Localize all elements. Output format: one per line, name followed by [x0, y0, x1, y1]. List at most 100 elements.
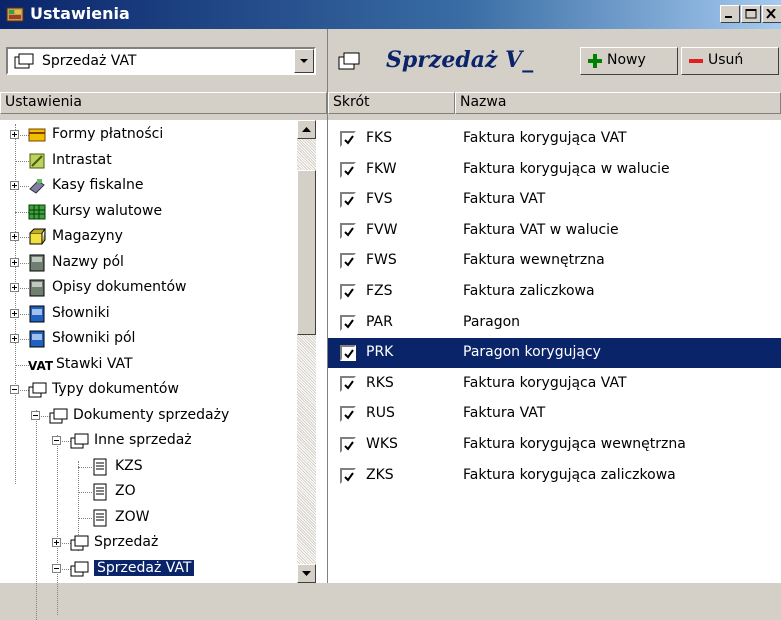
row-name: Faktura wewnętrzna: [463, 252, 605, 269]
tree-item-label: Typy dokumentów: [52, 381, 179, 397]
close-button[interactable]: [762, 5, 781, 23]
window-titlebar[interactable]: Ustawienia: [0, 0, 781, 29]
expand-icon[interactable]: [10, 308, 19, 318]
row-checkbox[interactable]: [340, 222, 356, 239]
tree-item[interactable]: ZOW: [0, 507, 295, 529]
list-row[interactable]: PAR Paragon: [328, 308, 781, 338]
chevron-down-icon[interactable]: [294, 49, 314, 73]
tree-item[interactable]: Kasy fiskalne: [0, 175, 295, 197]
cash-register-icon: [28, 177, 46, 195]
row-checkbox[interactable]: [340, 345, 356, 362]
tree-item[interactable]: Sprzedaż: [0, 532, 295, 554]
row-checkbox[interactable]: [340, 406, 356, 423]
row-checkbox[interactable]: [340, 284, 356, 300]
checkmark-icon: [344, 257, 354, 267]
expand-icon[interactable]: [10, 232, 19, 241]
tree-item[interactable]: Nazwy pól: [0, 252, 295, 274]
row-checkbox[interactable]: [340, 192, 356, 209]
vat-icon: VAT: [28, 356, 54, 374]
tree-item[interactable]: Opisy dokumentów: [0, 277, 295, 299]
collapse-icon[interactable]: [52, 563, 61, 573]
checkmark-icon: [344, 441, 354, 451]
maximize-button[interactable]: [741, 5, 761, 23]
row-code: FKS: [366, 130, 393, 146]
tree-item-label: KZS: [115, 457, 143, 474]
collapse-icon[interactable]: [10, 385, 19, 394]
section-combo[interactable]: Sprzedaż VAT: [6, 47, 316, 75]
tree-scrollbar[interactable]: [297, 120, 316, 583]
row-checkbox[interactable]: [340, 253, 356, 270]
checkmark-icon: [344, 288, 354, 298]
row-checkbox[interactable]: [340, 437, 356, 453]
collapse-icon[interactable]: [31, 410, 40, 420]
expand-icon[interactable]: [10, 130, 19, 139]
tree-item-label: Stawki VAT: [56, 355, 133, 372]
row-name: Faktura VAT: [463, 191, 546, 208]
scroll-up-icon[interactable]: [297, 120, 316, 139]
tree-header[interactable]: Ustawienia: [0, 92, 327, 114]
expand-icon[interactable]: [52, 538, 61, 547]
column-header-code[interactable]: Skrót: [328, 92, 455, 114]
tree-item-label: Kasy fiskalne: [52, 177, 144, 193]
tree-item[interactable]: Kursy walutowe: [0, 201, 295, 223]
tree-item[interactable]: Intrastat: [0, 150, 295, 172]
list-row[interactable]: FVS Faktura VAT: [328, 185, 781, 215]
tree-item[interactable]: Dokumenty sprzedaży: [0, 405, 295, 427]
expand-icon[interactable]: [10, 257, 19, 267]
tree-item[interactable]: Magazyny: [0, 226, 295, 248]
list-row[interactable]: FKW Faktura korygująca w walucie: [328, 155, 781, 185]
row-checkbox[interactable]: [340, 131, 356, 147]
folder-icon: [49, 407, 68, 425]
tree-item[interactable]: Typy dokumentów: [0, 379, 295, 401]
document-types-list[interactable]: FKS Faktura korygująca VAT FKW Faktura kory…: [328, 120, 781, 583]
checkmark-icon: [344, 319, 354, 329]
settings-tree[interactable]: Formy płatności Intrastat Kasy fiskalne Kur…: [0, 120, 327, 620]
list-row[interactable]: FVW Faktura VAT w walucie: [328, 216, 781, 246]
plus-icon: [588, 54, 602, 68]
checkmark-icon: [344, 472, 354, 482]
collapse-icon[interactable]: [52, 436, 61, 445]
column-header-name[interactable]: Nazwa: [455, 92, 781, 114]
list-row[interactable]: RKS Faktura korygująca VAT: [328, 369, 781, 399]
list-row[interactable]: FWS Faktura wewnętrzna: [328, 246, 781, 276]
row-checkbox[interactable]: [340, 467, 356, 484]
row-checkbox[interactable]: [340, 161, 356, 178]
intrastat-icon: [28, 152, 46, 170]
row-checkbox[interactable]: [340, 375, 356, 392]
tree-item[interactable]: Sprzedaż VAT: [0, 558, 295, 580]
row-name: Paragon korygujący: [463, 344, 601, 361]
row-checkbox[interactable]: [340, 314, 356, 331]
list-row[interactable]: FZS Faktura zaliczkowa: [328, 277, 781, 307]
tree-item[interactable]: Słowniki pól: [0, 328, 295, 350]
row-code: WKS: [366, 436, 398, 452]
tree-item-label: Sprzedaż: [94, 534, 159, 550]
scroll-thumb[interactable]: [297, 170, 316, 335]
expand-icon[interactable]: [10, 181, 19, 190]
expand-icon[interactable]: [10, 283, 19, 292]
list-row[interactable]: WKS Faktura korygująca wewnętrzna: [328, 430, 781, 460]
list-row[interactable]: ZKS Faktura korygująca zaliczkowa: [328, 461, 781, 491]
delete-button[interactable]: Usuń: [681, 47, 779, 75]
tree-item[interactable]: KZS: [0, 456, 295, 478]
settings-app-icon: [6, 7, 24, 22]
list-row[interactable]: RUS Faktura VAT: [328, 399, 781, 429]
list-row[interactable]: PRK Paragon korygujący: [328, 338, 781, 369]
tree-item[interactable]: VAT Stawki VAT: [0, 354, 295, 376]
expand-icon[interactable]: [10, 334, 19, 343]
tree-item[interactable]: ZO: [0, 481, 295, 503]
list-row[interactable]: FKS Faktura korygująca VAT: [328, 124, 781, 154]
row-name: Faktura korygująca zaliczkowa: [463, 466, 676, 483]
row-code: FKW: [366, 160, 397, 177]
tree-item[interactable]: Inne sprzedaż: [0, 430, 295, 452]
checkmark-icon: [344, 196, 354, 206]
scroll-down-icon[interactable]: [297, 564, 316, 583]
document-icon: [91, 458, 109, 476]
tree-item-label: Słowniki pól: [52, 330, 136, 346]
svg-text:VAT: VAT: [28, 359, 54, 373]
minimize-button[interactable]: [720, 5, 740, 23]
tree-item[interactable]: Słowniki: [0, 303, 295, 325]
new-button[interactable]: Nowy: [580, 47, 678, 75]
tree-item[interactable]: Formy płatności: [0, 124, 295, 146]
checkmark-icon: [344, 410, 354, 420]
field-names-icon: [28, 254, 46, 272]
